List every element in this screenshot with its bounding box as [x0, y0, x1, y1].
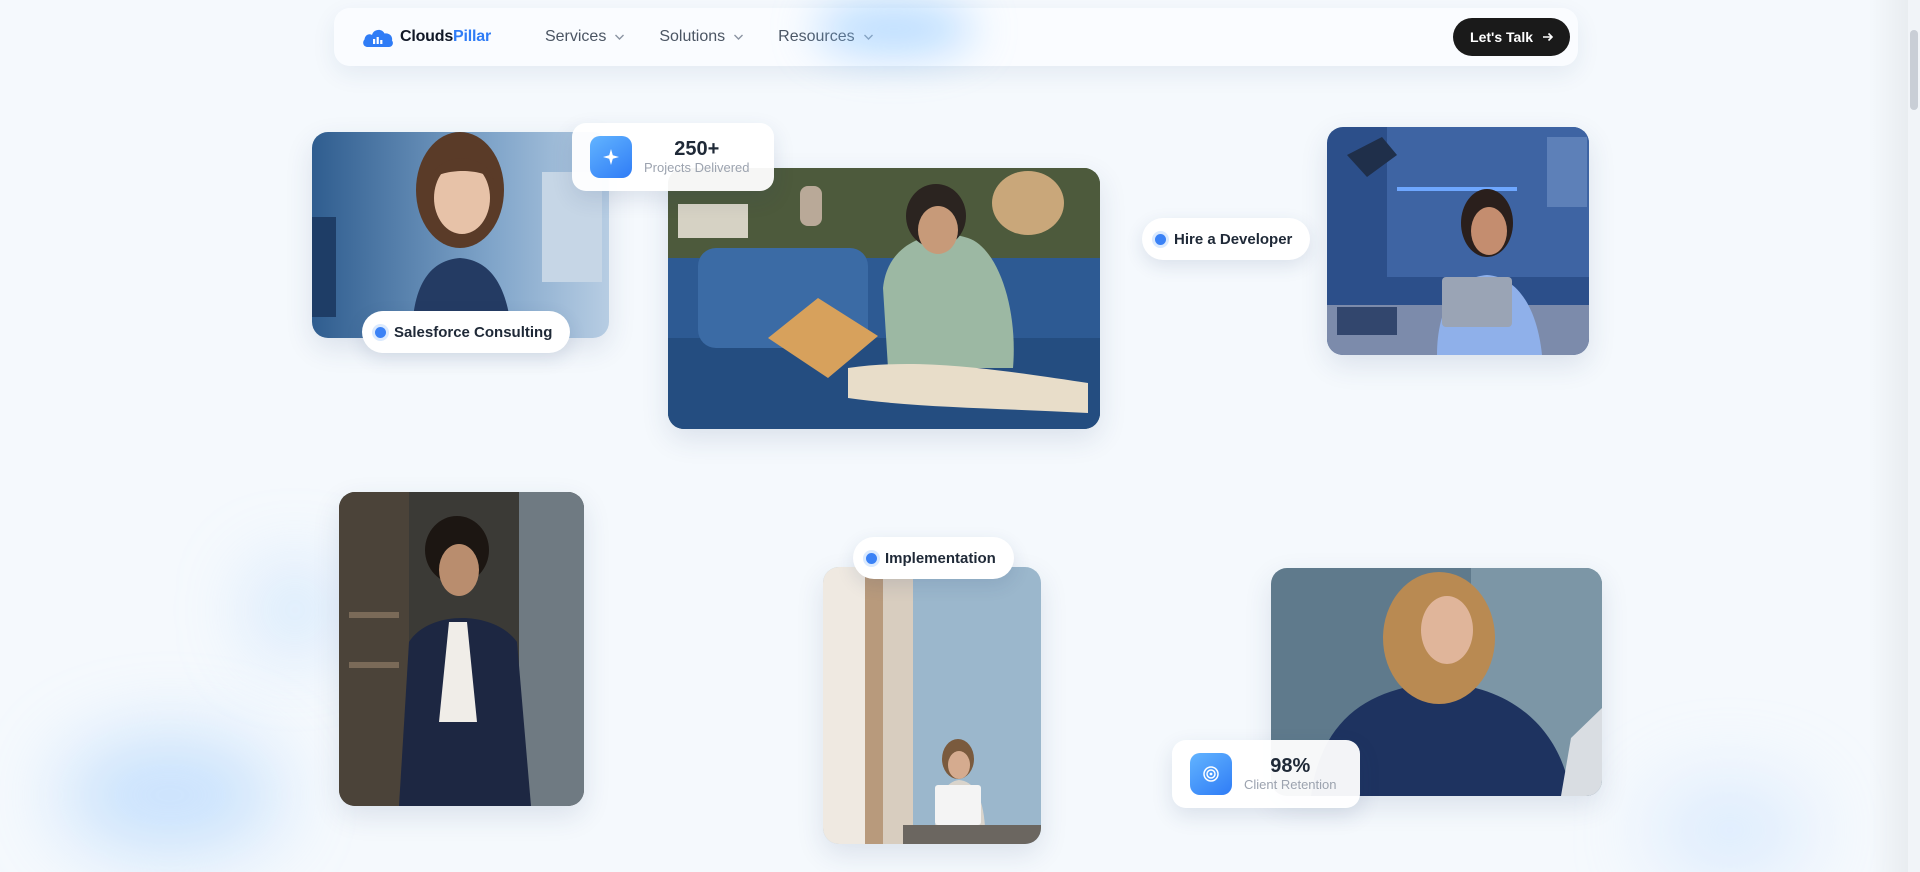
chevron-down-icon — [615, 34, 625, 40]
stat-card-projects: 250+ Projects Delivered — [572, 123, 774, 191]
tag-hire-a-developer: Hire a Developer — [1142, 218, 1311, 260]
scrollbar-thumb[interactable] — [1910, 30, 1918, 110]
chevron-down-icon — [863, 34, 873, 40]
nav-label: Resources — [778, 28, 855, 45]
tag-label: Hire a Developer — [1174, 230, 1293, 248]
stat-label: Client Retention — [1244, 777, 1337, 792]
nav-item-solutions[interactable]: Solutions — [659, 28, 744, 46]
stat-value: 98% — [1270, 755, 1311, 777]
main-nav: Services Solutions Resources — [545, 28, 874, 46]
stat-label: Projects Delivered — [644, 160, 750, 175]
nav-item-resources[interactable]: Resources — [778, 28, 873, 46]
tag-implementation: Implementation — [853, 537, 1014, 579]
sparkle-icon — [590, 136, 632, 178]
bullet-dot-icon — [1155, 233, 1166, 245]
background-glow — [60, 735, 280, 855]
top-navbar: CloudsPillar Services Solutions Resource… — [334, 4, 1578, 66]
photo-man-sofa-laptop — [668, 168, 1100, 429]
nav-item-services[interactable]: Services — [545, 28, 625, 46]
chevron-down-icon — [734, 34, 744, 40]
nav-label: Solutions — [659, 28, 726, 45]
photo-woman-desk-laptop — [1327, 127, 1589, 355]
photo-man-suit — [339, 492, 584, 806]
target-icon — [1190, 753, 1232, 795]
brand-logo[interactable]: CloudsPillar — [362, 26, 491, 48]
photo-woman-window — [823, 567, 1041, 844]
nav-label: Services — [544, 28, 607, 45]
lets-talk-button[interactable]: Let's Talk — [1453, 18, 1570, 56]
photo-woman-office — [312, 132, 609, 338]
scrollbar-track[interactable] — [1908, 0, 1920, 872]
cloud-logo-icon — [363, 29, 393, 47]
tag-salesforce-consulting: Salesforce Consulting — [362, 311, 571, 353]
cta-label: Let's Talk — [1470, 29, 1533, 45]
stat-card-retention: 98% Client Retention — [1172, 740, 1360, 808]
edge-shadow — [1868, 0, 1908, 872]
background-glow — [250, 565, 340, 655]
brand-name: CloudsPillar — [400, 28, 491, 45]
background-glow — [1650, 780, 1810, 872]
arrow-right-icon — [1543, 32, 1554, 42]
bullet-dot-icon — [866, 552, 877, 564]
stat-value: 250+ — [674, 138, 720, 160]
tag-label: Salesforce Consulting — [394, 323, 553, 341]
bullet-dot-icon — [375, 326, 386, 338]
tag-label: Implementation — [885, 549, 996, 567]
